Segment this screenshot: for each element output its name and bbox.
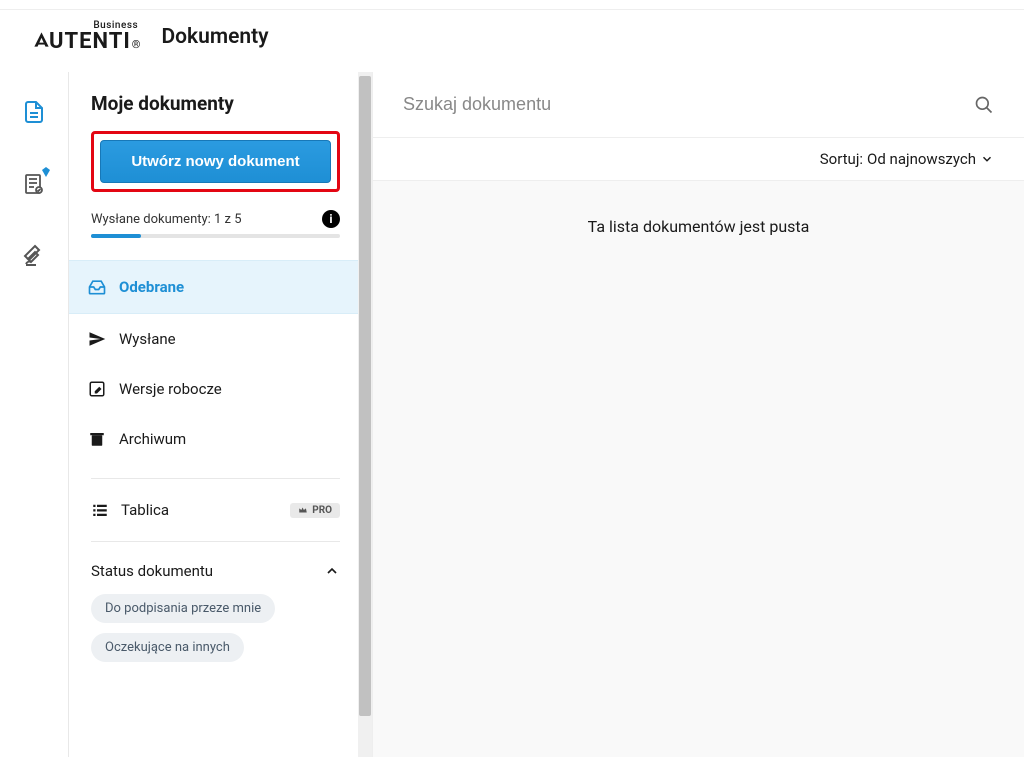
chip-waiting[interactable]: Oczekujące na innych: [91, 633, 244, 662]
logo-text: UTENTI: [49, 29, 131, 54]
draft-icon: [87, 380, 107, 398]
diamond-badge-icon: [40, 166, 52, 178]
scrollbar-thumb[interactable]: [359, 76, 371, 716]
quota-bar: [91, 234, 340, 238]
logo-a-icon: [32, 30, 51, 49]
registered-mark: ®: [132, 38, 142, 51]
empty-list-message: Ta lista dokumentów jest pusta: [373, 181, 1024, 272]
folder-archive-label: Archiwum: [119, 430, 186, 448]
sidebar: Moje dokumenty Utwórz nowy dokument Wysł…: [68, 72, 358, 757]
rail-certificates-icon[interactable]: [22, 172, 46, 196]
folder-list: Odebrane Wysłane Wersje robocze: [91, 260, 340, 464]
logo-main: UTENTI®: [32, 29, 141, 54]
list-icon: [91, 501, 109, 519]
folder-inbox[interactable]: Odebrane: [69, 260, 358, 314]
inbox-icon: [87, 277, 107, 297]
status-header-label: Status dokumentu: [91, 562, 213, 580]
tablica-label: Tablica: [121, 501, 169, 519]
header: Business UTENTI® Dokumenty: [0, 10, 1024, 72]
status-chips: Do podpisania przeze mnie Oczekujące na …: [91, 594, 340, 672]
info-icon[interactable]: i: [322, 210, 340, 228]
folder-drafts-label: Wersje robocze: [119, 380, 222, 398]
quota-fill: [91, 234, 141, 238]
create-document-button[interactable]: Utwórz nowy dokument: [100, 140, 331, 183]
folder-sent-label: Wysłane: [119, 330, 176, 348]
rail-sign-icon[interactable]: [22, 244, 46, 268]
status-section-header[interactable]: Status dokumentu: [91, 556, 340, 594]
divider-2: [91, 541, 340, 542]
search-input[interactable]: [403, 94, 974, 115]
main-content: Sortuj: Od najnowszych Ta lista dokument…: [372, 72, 1024, 757]
chip-to-sign[interactable]: Do podpisania przeze mnie: [91, 594, 275, 623]
pro-badge-text: PRO: [312, 505, 332, 516]
create-button-highlight: Utwórz nowy dokument: [91, 131, 340, 192]
trash-icon: [87, 430, 107, 448]
logo[interactable]: Business UTENTI®: [32, 20, 141, 54]
quota-label: Wysłane dokumenty: 1 z 5: [91, 212, 242, 227]
folder-sent[interactable]: Wysłane: [69, 314, 358, 364]
folder-drafts[interactable]: Wersje robocze: [69, 364, 358, 414]
folder-archive[interactable]: Archiwum: [69, 414, 358, 464]
page-title: Dokumenty: [161, 25, 268, 49]
pro-badge: PRO: [290, 503, 340, 518]
folder-inbox-label: Odebrane: [119, 278, 184, 296]
layout: Moje dokumenty Utwórz nowy dokument Wysł…: [0, 72, 1024, 757]
sidebar-item-tablica[interactable]: Tablica PRO: [91, 493, 340, 527]
crown-icon: [298, 505, 308, 515]
search-icon[interactable]: [974, 95, 994, 115]
chevron-up-icon: [324, 563, 340, 579]
quota-row: Wysłane dokumenty: 1 z 5 i: [91, 210, 340, 228]
send-icon: [87, 330, 107, 348]
nav-rail: [0, 72, 68, 757]
top-border: [0, 0, 1024, 10]
chevron-down-icon: [980, 152, 994, 166]
search-bar: [373, 72, 1024, 138]
rail-documents-icon[interactable]: [22, 100, 46, 124]
sort-value: Od najnowszych: [867, 150, 976, 168]
sort-label: Sortuj:: [820, 150, 863, 168]
sidebar-title: Moje dokumenty: [91, 92, 340, 115]
divider: [91, 478, 340, 479]
sort-control[interactable]: Sortuj: Od najnowszych: [373, 138, 1024, 181]
